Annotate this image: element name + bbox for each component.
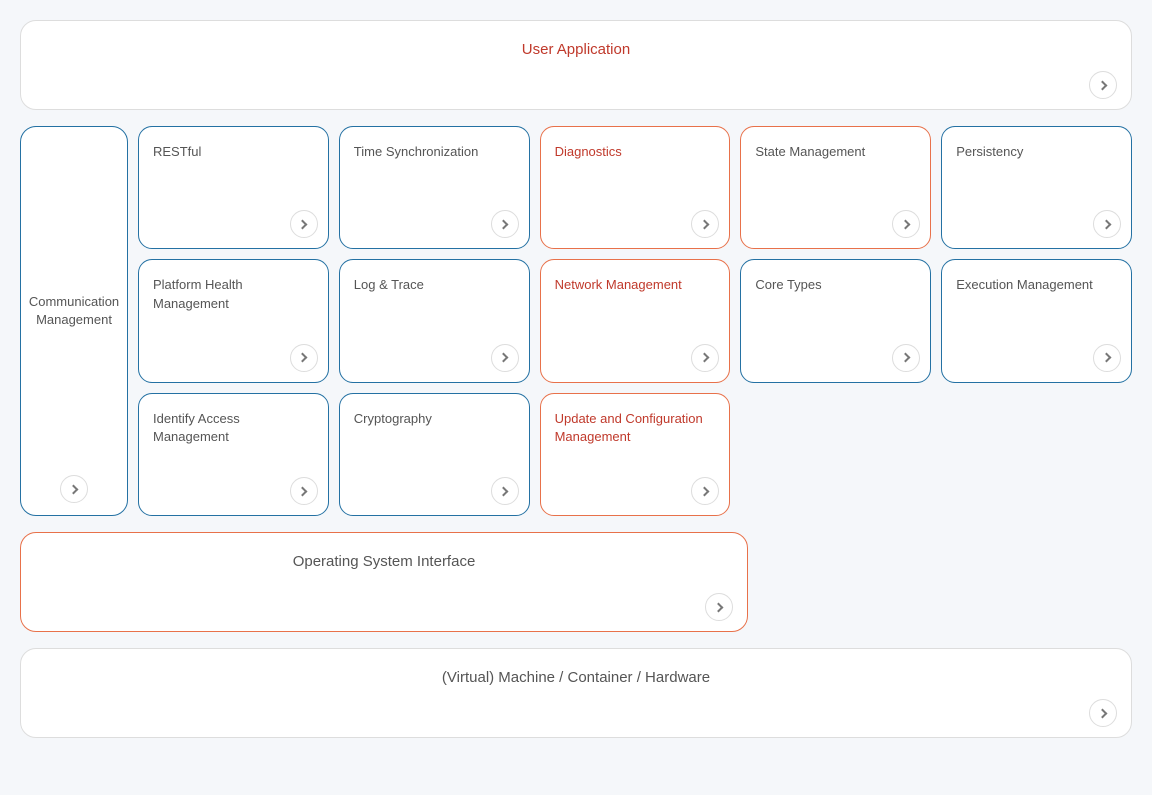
- user-application-card: User Application: [20, 20, 1132, 110]
- time-sync-title: Time Synchronization: [354, 143, 479, 161]
- chevron-right-icon: [1101, 353, 1111, 363]
- chevron-right-icon: [298, 219, 308, 229]
- chevron-right-icon: [713, 602, 723, 612]
- middle-section: Communication Management RESTful Time Sy…: [20, 126, 1132, 516]
- chevron-right-icon: [298, 353, 308, 363]
- chevron-right-icon: [298, 486, 308, 496]
- communication-management-card: Communication Management: [20, 126, 128, 516]
- core-types-card: Core Types: [740, 259, 931, 382]
- identity-access-card: Identify Access Management: [138, 393, 329, 516]
- log-trace-card: Log & Trace: [339, 259, 530, 382]
- vm-hardware-title: (Virtual) Machine / Container / Hardware: [45, 669, 1107, 686]
- network-mgmt-chevron[interactable]: [691, 344, 719, 372]
- update-config-chevron[interactable]: [691, 477, 719, 505]
- chevron-right-icon: [699, 353, 709, 363]
- restful-title: RESTful: [153, 143, 201, 161]
- execution-mgmt-chevron[interactable]: [1093, 344, 1121, 372]
- page-container: User Application Communication Managemen…: [20, 20, 1132, 738]
- chevron-right-icon: [900, 219, 910, 229]
- restful-card: RESTful: [138, 126, 329, 249]
- communication-management-chevron[interactable]: [60, 475, 88, 503]
- persistency-title: Persistency: [956, 143, 1023, 161]
- chevron-right-icon: [699, 486, 709, 496]
- chevron-right-icon: [499, 353, 509, 363]
- diagnostics-card: Diagnostics: [540, 126, 731, 249]
- diagnostics-chevron[interactable]: [691, 210, 719, 238]
- platform-health-chevron[interactable]: [290, 344, 318, 372]
- core-types-chevron[interactable]: [892, 344, 920, 372]
- platform-health-title: Platform Health Management: [153, 276, 314, 312]
- core-types-title: Core Types: [755, 276, 821, 294]
- os-interface-title: Operating System Interface: [45, 553, 723, 570]
- communication-management-title: Communication Management: [29, 293, 119, 329]
- empty-cell-r3c5: [941, 393, 1132, 516]
- user-application-title: User Application: [45, 41, 1107, 58]
- time-sync-chevron[interactable]: [491, 210, 519, 238]
- vm-hardware-chevron[interactable]: [1089, 699, 1117, 727]
- cryptography-card: Cryptography: [339, 393, 530, 516]
- chevron-right-icon: [699, 219, 709, 229]
- log-trace-title: Log & Trace: [354, 276, 424, 294]
- chevron-right-icon: [1101, 219, 1111, 229]
- chevron-right-icon: [900, 353, 910, 363]
- cryptography-chevron[interactable]: [491, 477, 519, 505]
- update-config-card: Update and Configuration Management: [540, 393, 731, 516]
- modules-grid: RESTful Time Synchronization Diagnostics…: [138, 126, 1132, 516]
- identity-access-chevron[interactable]: [290, 477, 318, 505]
- platform-health-card: Platform Health Management: [138, 259, 329, 382]
- update-config-title: Update and Configuration Management: [555, 410, 716, 446]
- chevron-right-icon: [1097, 708, 1107, 718]
- os-interface-card: Operating System Interface: [20, 532, 748, 632]
- persistency-chevron[interactable]: [1093, 210, 1121, 238]
- execution-mgmt-card: Execution Management: [941, 259, 1132, 382]
- chevron-right-icon: [68, 484, 78, 494]
- execution-mgmt-title: Execution Management: [956, 276, 1093, 294]
- log-trace-chevron[interactable]: [491, 344, 519, 372]
- network-mgmt-card: Network Management: [540, 259, 731, 382]
- state-mgmt-card: State Management: [740, 126, 931, 249]
- user-application-chevron[interactable]: [1089, 71, 1117, 99]
- restful-chevron[interactable]: [290, 210, 318, 238]
- cryptography-title: Cryptography: [354, 410, 432, 428]
- vm-hardware-card: (Virtual) Machine / Container / Hardware: [20, 648, 1132, 738]
- chevron-right-icon: [499, 219, 509, 229]
- network-mgmt-title: Network Management: [555, 276, 682, 294]
- state-mgmt-title: State Management: [755, 143, 865, 161]
- identity-access-title: Identify Access Management: [153, 410, 314, 446]
- persistency-card: Persistency: [941, 126, 1132, 249]
- empty-cell-r3c4: [740, 393, 931, 516]
- chevron-right-icon: [499, 486, 509, 496]
- time-sync-card: Time Synchronization: [339, 126, 530, 249]
- diagnostics-title: Diagnostics: [555, 143, 622, 161]
- os-interface-chevron[interactable]: [705, 593, 733, 621]
- state-mgmt-chevron[interactable]: [892, 210, 920, 238]
- chevron-right-icon: [1097, 80, 1107, 90]
